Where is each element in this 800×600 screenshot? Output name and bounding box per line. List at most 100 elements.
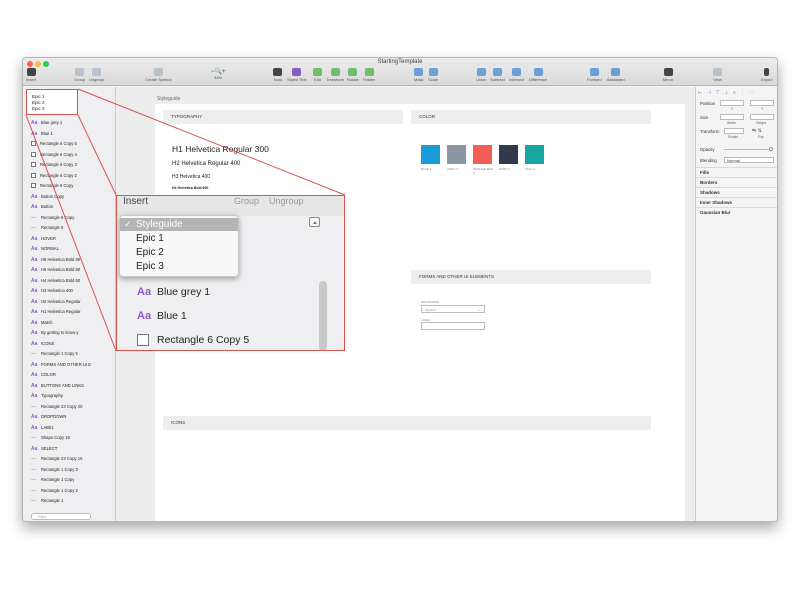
zoom-group-label[interactable]: Group <box>234 196 259 207</box>
page-dropdown-mini[interactable]: Epic 1 Epic 2 Epic 3 <box>26 89 78 115</box>
scale-button[interactable]: Scale <box>428 68 438 82</box>
layer-row[interactable]: Aa Typography <box>31 391 113 401</box>
create-symbol-button[interactable]: Create Symbol <box>145 68 171 82</box>
shape-layer-icon: — <box>31 477 36 483</box>
opacity-slider[interactable] <box>724 149 772 150</box>
shadows-section[interactable]: Shadows <box>696 187 777 197</box>
layer-row[interactable]: — Rectangle 6 Copy <box>31 213 113 223</box>
color-swatch[interactable] <box>525 145 544 164</box>
layer-row[interactable]: Aa SELECT <box>31 444 113 454</box>
layer-row[interactable]: Rectangle 6 Copy 4 <box>31 150 113 160</box>
zoom-insert-label[interactable]: Insert <box>123 196 148 208</box>
page-dropdown[interactable]: ✓ Styleguide Epic 1 Epic 2 Epic 3 <box>119 215 239 277</box>
borders-section[interactable]: Borders <box>696 177 777 187</box>
layer-row[interactable]: Aa H5 Helvetica Bold 60 <box>31 265 113 275</box>
layer-row[interactable]: — Rectangle 1 Copy 2 <box>31 486 113 496</box>
page-dropdown-item[interactable]: Epic 3 <box>120 260 238 273</box>
layer-row[interactable]: Rectangle 6 Copy 3 <box>31 160 113 170</box>
layer-row[interactable]: — Rectangle 23 Copy 16 <box>31 454 113 464</box>
export-button[interactable]: Export <box>761 68 773 82</box>
forward-button[interactable]: Forward <box>587 68 602 82</box>
layer-row[interactable]: Rectangle 6 Copy <box>31 181 113 191</box>
zoom-layer-row[interactable]: Aa Blue 1 <box>137 307 187 325</box>
height-field[interactable] <box>750 114 774 120</box>
transform-button[interactable]: Transform <box>326 68 344 82</box>
layer-row[interactable]: Aa H1 Helvetica Regular <box>31 307 113 317</box>
zoom-control[interactable]: −🔍+ 44% <box>211 68 225 80</box>
color-swatch[interactable] <box>499 145 518 164</box>
inner-shadows-section[interactable]: Inner Shadows <box>696 197 777 207</box>
layer-row[interactable]: — Rectangle 1 Copy <box>31 475 113 485</box>
intersect-button[interactable]: Intersect <box>509 68 524 82</box>
layer-row[interactable]: — Rectangle 23 Copy 20 <box>31 402 113 412</box>
opacity-slider-knob[interactable] <box>769 147 773 151</box>
layer-row[interactable]: Aa H2 Helvetica Regular <box>31 297 113 307</box>
layer-row[interactable]: Aa BUTTONS AND LINKS <box>31 381 113 391</box>
layer-row[interactable]: Aa NORMAL <box>31 244 113 254</box>
layer-row[interactable]: Aa By getting to know y <box>31 328 113 338</box>
backward-button[interactable]: Backward <box>607 68 625 82</box>
layer-row[interactable]: Aa FORMS AND OTHER UI E <box>31 360 113 370</box>
subtract-button[interactable]: Subtract <box>490 68 505 82</box>
blending-select[interactable]: Normal <box>724 157 774 163</box>
union-button[interactable]: Union <box>476 68 486 82</box>
layer-row[interactable]: Rectangle 6 Copy 5 <box>31 139 113 149</box>
fills-section[interactable]: Fills <box>696 167 777 177</box>
ungroup-button[interactable]: Ungroup <box>89 68 104 82</box>
text-input-sample[interactable] <box>421 322 485 330</box>
text-layer-icon: Aa <box>31 120 38 126</box>
layer-row[interactable]: Aa Button <box>31 202 113 212</box>
layer-row[interactable]: Aa Blue grey 1 <box>31 118 113 128</box>
zoom-ungroup-label[interactable]: Ungroup <box>269 196 304 207</box>
flip-buttons[interactable]: ⇆ ⇅ <box>752 128 762 134</box>
mirror-button[interactable]: Mirror <box>663 68 673 82</box>
gaussian-blur-section[interactable]: Gaussian Blur <box>696 207 777 217</box>
layer-row[interactable]: Aa Blue 1 <box>31 129 113 139</box>
layer-row[interactable]: Aa COLOR <box>31 370 113 380</box>
styled-text-button[interactable]: Styled Text <box>287 68 307 82</box>
difference-button[interactable]: Difference <box>529 68 547 82</box>
zoom-layer-row[interactable]: Rectangle 6 Copy 5 <box>137 331 249 349</box>
zoom-layer-row[interactable]: Aa Blue grey 1 <box>137 283 210 301</box>
layer-row[interactable]: Aa HOVER <box>31 234 113 244</box>
layer-row[interactable]: Aa LABEL <box>31 423 113 433</box>
layer-row[interactable]: Aa H4 Helvetica Bold 60 <box>31 276 113 286</box>
view-button[interactable]: View <box>713 68 722 82</box>
layer-row[interactable]: Aa ICONS <box>31 339 113 349</box>
insert-button[interactable]: Insert <box>26 68 36 82</box>
x-field[interactable] <box>720 100 744 106</box>
mini-dropdown-item[interactable]: Epic 3 <box>27 106 77 112</box>
layers-scrollbar[interactable] <box>319 281 327 350</box>
layer-row[interactable]: Aa H6 Helvetica Bold 60 <box>31 255 113 265</box>
color-swatch[interactable] <box>447 145 466 164</box>
rotate-field[interactable] <box>724 128 744 134</box>
layer-row[interactable]: Aa Button Copy <box>31 192 113 202</box>
layer-row[interactable]: — Rectangle 1 Copy 5 <box>31 349 113 359</box>
tools-button[interactable]: Tools <box>273 68 282 82</box>
layer-row[interactable]: Aa Match <box>31 318 113 328</box>
page-dropdown-item[interactable]: Epic 2 <box>120 246 238 259</box>
width-field[interactable] <box>720 114 744 120</box>
layer-row[interactable]: Aa DROPDOWN <box>31 412 113 422</box>
layer-row[interactable]: — Rectangle 6 <box>31 223 113 233</box>
collapse-icon[interactable] <box>309 217 320 227</box>
rotate-button[interactable]: Rotate <box>347 68 359 82</box>
mask-button[interactable]: Mask <box>414 68 424 82</box>
layer-row[interactable]: — Rectangle 1 Copy 3 <box>31 465 113 475</box>
y-field[interactable] <box>750 100 774 106</box>
layer-row[interactable]: — Rectangle 1 <box>31 496 113 506</box>
color-swatch[interactable] <box>473 145 492 164</box>
artboard-name[interactable]: Styleguide <box>157 96 180 102</box>
filter-input[interactable]: Filter <box>31 513 91 520</box>
layer-row[interactable]: Aa H3 Helvetica 400 <box>31 286 113 296</box>
page-dropdown-item[interactable]: ✓ Styleguide <box>120 218 238 231</box>
layer-row[interactable]: Rectangle 6 Copy 2 <box>31 171 113 181</box>
edit-button[interactable]: Edit <box>313 68 322 82</box>
select-control[interactable]: SELECT ⌄ <box>421 305 485 313</box>
flatten-button[interactable]: Flatten <box>363 68 375 82</box>
color-swatch[interactable] <box>421 145 440 164</box>
page-dropdown-item[interactable]: Epic 1 <box>120 232 238 245</box>
layer-row[interactable]: — Shape Copy 19 <box>31 433 113 443</box>
alignment-toolbar[interactable]: ⊢ ⊣ ⊤ ⊥ ≡ ⋮ ⋯ <box>698 90 777 96</box>
group-button[interactable]: Group <box>74 68 85 82</box>
